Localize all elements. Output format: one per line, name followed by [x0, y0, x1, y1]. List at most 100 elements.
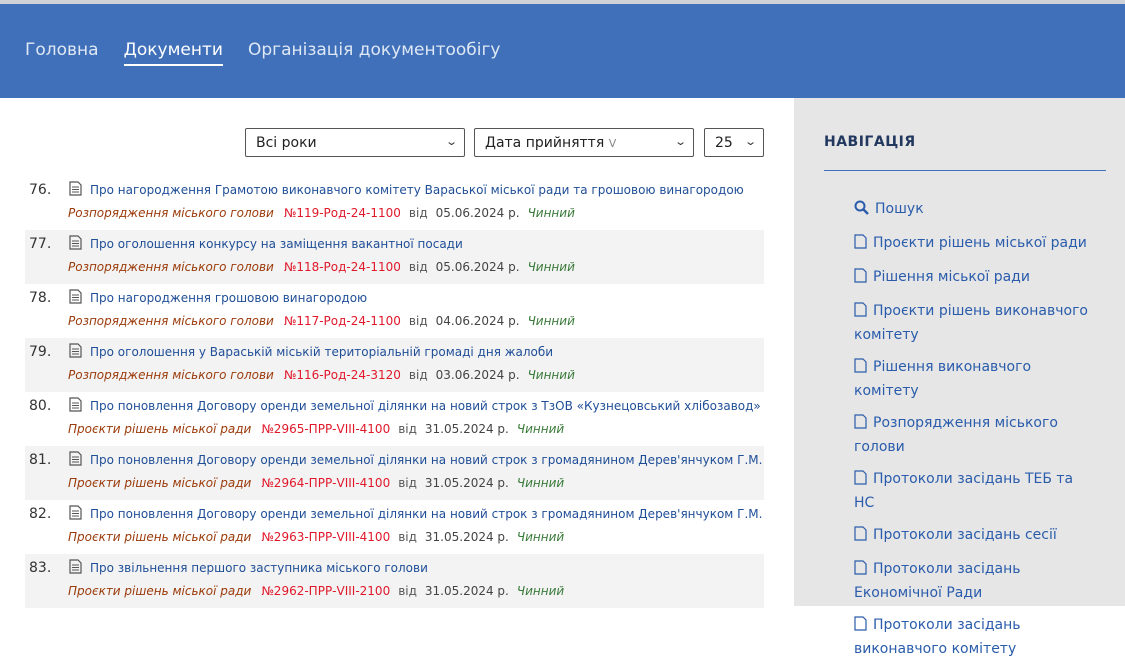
document-meta: Розпорядження міського голови №116-Род-24… — [68, 368, 575, 382]
sidebar-item[interactable]: Рішення міської ради — [854, 266, 1094, 290]
document-date-prefix: від — [408, 260, 428, 274]
nav-documents[interactable]: Документи — [123, 40, 223, 66]
document-type: Проєкти рішень міської ради — [68, 584, 252, 598]
sidebar-divider — [824, 170, 1106, 171]
document-date: 05.06.2024 р. — [435, 260, 520, 274]
sidebar-item[interactable]: Протоколи засідань Економічної Ради — [854, 558, 1094, 604]
document-icon — [69, 559, 82, 578]
document-type: Розпорядження міського голови — [68, 368, 274, 382]
document-status: Чинний — [527, 260, 575, 274]
document-code: №116-Род-24-3120 — [283, 368, 401, 382]
sidebar-item[interactable]: Протоколи засідань сесії — [854, 524, 1094, 548]
sidebar-item-label: Розпорядження міського голови — [854, 415, 1058, 455]
sidebar-item-label: Пошук — [875, 201, 924, 217]
document-row: 82. Про поновлення Договору оренди земель… — [25, 500, 764, 554]
document-date-prefix: від — [408, 368, 428, 382]
sidebar-item[interactable]: Проєкти рішень виконавчого комітету — [854, 300, 1094, 346]
document-status: Чинний — [527, 368, 575, 382]
year-select-value: Всі роки — [256, 135, 317, 151]
document-date: 31.05.2024 р. — [424, 476, 509, 490]
sidebar-item-label: Рішення виконавчого комітету — [854, 359, 1032, 399]
document-row: 77. Про оголошення конкурсу на заміщення … — [25, 230, 764, 284]
document-date-prefix: від — [408, 314, 428, 328]
search-icon — [854, 200, 869, 222]
main-nav: Головна Документи Організація документоо… — [25, 40, 526, 66]
sidebar-item[interactable]: Протоколи засідань ТЕБ та НС — [854, 468, 1094, 514]
document-type: Проєкти рішень міської ради — [68, 476, 252, 490]
document-title-link[interactable]: Про звільнення першого заступника місько… — [90, 561, 428, 575]
document-number: 81. — [29, 452, 52, 468]
document-title-link[interactable]: Про оголошення конкурсу на заміщення вак… — [90, 237, 463, 251]
year-select[interactable]: Всі роки ⌄ — [245, 128, 465, 157]
document-type: Розпорядження міського голови — [68, 260, 274, 274]
sidebar-item[interactable]: Розпорядження міського голови — [854, 412, 1094, 458]
chevron-down-icon: ⌄ — [743, 135, 757, 148]
per-page-select-value: 25 — [715, 135, 733, 151]
document-icon — [854, 616, 867, 638]
sort-direction-indicator: V — [608, 137, 617, 150]
document-date-prefix: від — [398, 422, 417, 436]
document-icon — [854, 234, 867, 256]
document-code: №117-Род-24-1100 — [283, 314, 401, 328]
sidebar-title: НАВІГАЦІЯ — [824, 134, 916, 150]
document-status: Чинний — [516, 530, 565, 544]
document-number: 77. — [29, 236, 52, 252]
document-number: 76. — [29, 182, 52, 198]
document-date: 31.05.2024 р. — [424, 530, 509, 544]
document-row: 76. Про нагородження Грамотою виконавчого… — [25, 176, 764, 230]
document-title-link[interactable]: Про поновлення Договору оренди земельної… — [90, 453, 762, 467]
chevron-down-icon: ⌄ — [673, 135, 687, 148]
document-icon — [69, 289, 82, 308]
sidebar-item-label: Рішення міської ради — [873, 269, 1030, 285]
document-title-link[interactable]: Про нагородження Грамотою виконавчого ко… — [90, 183, 744, 197]
document-code: №2965-ПРР-VIII-4100 — [261, 422, 391, 436]
document-row: 80. Про поновлення Договору оренди земель… — [25, 392, 764, 446]
document-code: №2964-ПРР-VIII-4100 — [261, 476, 391, 490]
nav-workflow[interactable]: Організація документообігу — [248, 40, 501, 66]
sidebar-item-label: Протоколи засідань виконавчого комітету — [854, 617, 1021, 657]
document-icon — [854, 526, 867, 548]
document-date: 05.06.2024 р. — [435, 206, 520, 220]
per-page-select[interactable]: 25 ⌄ — [704, 128, 764, 157]
sidebar-item-label: Протоколи засідань ТЕБ та НС — [854, 471, 1074, 511]
document-status: Чинний — [516, 476, 565, 490]
document-row: 79. Про оголошення у Вараській міській те… — [25, 338, 764, 392]
sort-select-value: Дата прийняття — [485, 135, 605, 151]
sidebar-item[interactable]: Проєкти рішень міської ради — [854, 232, 1094, 256]
document-title-link[interactable]: Про нагородження грошовою винагородою — [90, 291, 367, 305]
document-code: №118-Род-24-1100 — [283, 260, 401, 274]
sidebar-item[interactable]: Рішення виконавчого комітету — [854, 356, 1094, 402]
document-row: 81. Про поновлення Договору оренди земель… — [25, 446, 764, 500]
document-list: 76. Про нагородження Грамотою виконавчого… — [25, 176, 764, 608]
document-title-link[interactable]: Про поновлення Договору оренди земельної… — [90, 507, 762, 521]
document-icon — [69, 181, 82, 200]
document-number: 78. — [29, 290, 52, 306]
document-meta: Розпорядження міського голови №118-Род-24… — [68, 260, 575, 274]
document-title-link[interactable]: Про поновлення Договору оренди земельної… — [90, 399, 761, 413]
document-type: Проєкти рішень міської ради — [68, 422, 252, 436]
document-icon — [69, 343, 82, 362]
site-header: Головна Документи Організація документоо… — [0, 4, 1125, 98]
document-code: №2962-ПРР-VIII-2100 — [261, 584, 391, 598]
document-code: №2963-ПРР-VIII-4100 — [261, 530, 391, 544]
document-title-link[interactable]: Про оголошення у Вараській міській терит… — [90, 345, 553, 359]
sidebar-item-label: Протоколи засідань сесії — [873, 527, 1057, 543]
document-code: №119-Род-24-1100 — [283, 206, 401, 220]
document-meta: Розпорядження міського голови №119-Род-24… — [68, 206, 575, 220]
sidebar-item-label: Проєкти рішень міської ради — [873, 235, 1087, 251]
document-icon — [69, 451, 82, 470]
document-date: 03.06.2024 р. — [435, 368, 520, 382]
document-icon — [854, 560, 867, 582]
document-status: Чинний — [516, 422, 565, 436]
sidebar-item[interactable]: Протоколи засідань виконавчого комітету — [854, 614, 1094, 660]
nav-home[interactable]: Головна — [25, 40, 99, 66]
sidebar-item-label: Протоколи засідань Економічної Ради — [854, 561, 1021, 601]
document-date: 04.06.2024 р. — [435, 314, 520, 328]
document-row: 78. Про нагородження грошовою винагородою… — [25, 284, 764, 338]
sidebar-item[interactable]: Пошук — [854, 198, 1094, 222]
document-date-prefix: від — [398, 476, 417, 490]
document-status: Чинний — [527, 206, 575, 220]
sort-select[interactable]: Дата прийняття V ⌄ — [474, 128, 694, 157]
document-number: 83. — [29, 560, 52, 576]
document-type: Проєкти рішень міської ради — [68, 530, 252, 544]
